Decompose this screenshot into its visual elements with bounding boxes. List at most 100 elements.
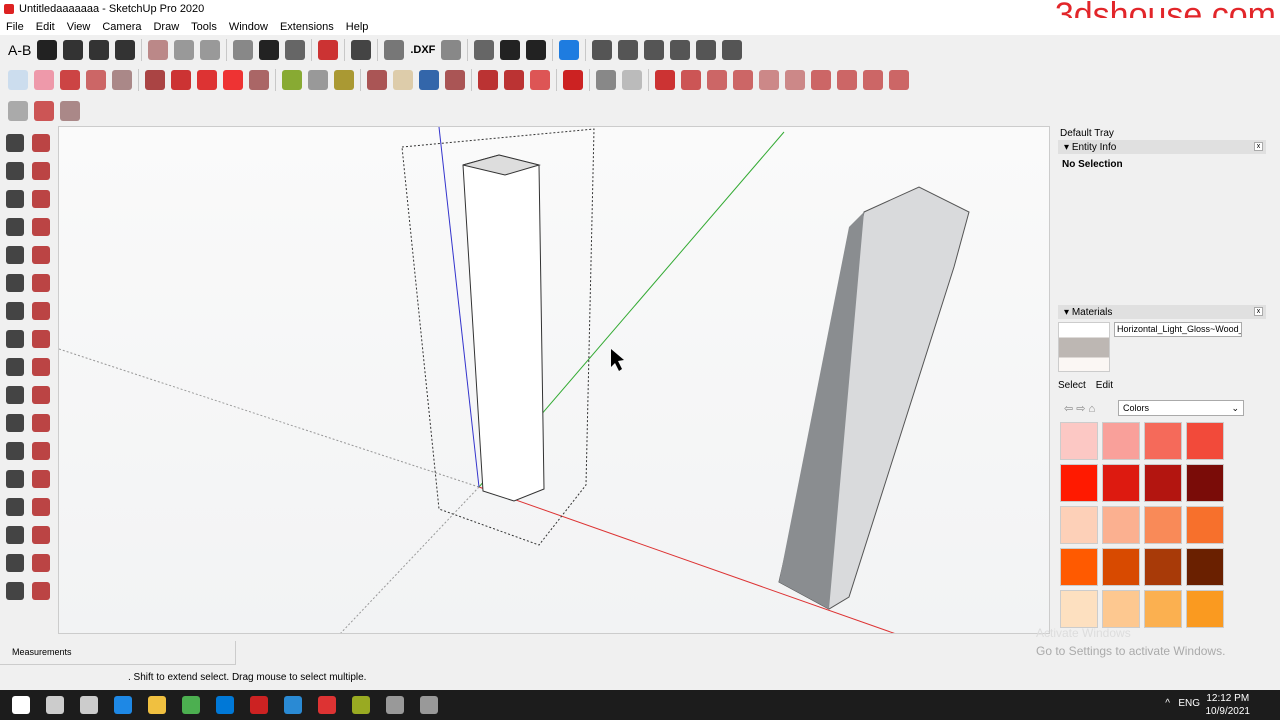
material-name-field[interactable]: Horizontal_Light_Gloss~Wood_4: [1114, 322, 1242, 337]
gear-icon[interactable]: [259, 40, 280, 60]
zoom-tool-icon[interactable]: [6, 526, 24, 544]
rotate-tool-icon[interactable]: [6, 358, 24, 376]
menu-file[interactable]: File: [6, 21, 24, 33]
arc3-icon[interactable]: [837, 70, 857, 90]
orbit-icon[interactable]: [367, 70, 387, 90]
app-layout-icon[interactable]: [420, 696, 438, 714]
close-icon[interactable]: x: [1254, 142, 1263, 151]
sketchup-icon[interactable]: [318, 696, 336, 714]
arc3-tool-icon[interactable]: [32, 302, 50, 320]
tab-select[interactable]: Select: [1058, 380, 1086, 391]
select-icon[interactable]: [8, 70, 28, 90]
dimension-tool-icon[interactable]: [6, 442, 24, 460]
follow-me-icon[interactable]: [171, 70, 191, 90]
color-swatch[interactable]: [1060, 464, 1098, 502]
menu-view[interactable]: View: [67, 21, 91, 33]
rect3-icon[interactable]: [733, 70, 753, 90]
warehouse-icon[interactable]: [559, 40, 580, 60]
line-icon[interactable]: [655, 70, 675, 90]
ruby1-icon[interactable]: [478, 70, 498, 90]
arc4-icon[interactable]: [863, 70, 883, 90]
pie-tool-icon[interactable]: [6, 302, 24, 320]
eraser-icon[interactable]: [34, 70, 54, 90]
color-swatch[interactable]: [1060, 590, 1098, 628]
comp2-icon[interactable]: [618, 40, 639, 60]
layout-icon[interactable]: [233, 40, 254, 60]
winrar-icon[interactable]: [352, 696, 370, 714]
clock[interactable]: 12:12 PM 10/9/2021: [1206, 692, 1251, 718]
rect-tool-icon[interactable]: [6, 218, 24, 236]
menu-tools[interactable]: Tools: [191, 21, 217, 33]
pan-tool-icon[interactable]: [32, 498, 50, 516]
push-pull-tool-icon[interactable]: [32, 330, 50, 348]
store-icon[interactable]: [216, 696, 234, 714]
materials-header[interactable]: ▾ Materials x: [1058, 305, 1266, 319]
follow-me-tool-icon[interactable]: [32, 358, 50, 376]
offset-tool-icon[interactable]: [32, 386, 50, 404]
table-icon[interactable]: [285, 40, 306, 60]
paint-tool-icon[interactable]: [6, 162, 24, 180]
tab-edit[interactable]: Edit: [1096, 380, 1113, 391]
select-icon[interactable]: [63, 40, 84, 60]
polygon-tool-icon[interactable]: [32, 246, 50, 264]
color-swatch[interactable]: [1102, 548, 1140, 586]
axes-icon[interactable]: [318, 40, 339, 60]
component-tool-icon[interactable]: [32, 134, 50, 152]
pencil-icon[interactable]: [60, 70, 80, 90]
tape-tool-icon[interactable]: [6, 414, 24, 432]
windows-start-icon[interactable]: [12, 696, 30, 714]
library-select[interactable]: Colors ⌄: [1118, 400, 1244, 416]
ab-label[interactable]: A-B: [8, 42, 31, 58]
close-icon[interactable]: x: [1254, 307, 1263, 316]
comp4-icon[interactable]: [670, 40, 691, 60]
rect-icon[interactable]: [351, 40, 372, 60]
walk-tool-icon[interactable]: [6, 582, 24, 600]
color-swatch[interactable]: [1144, 590, 1182, 628]
zoom-window-tool-icon[interactable]: [32, 526, 50, 544]
align-icon[interactable]: [174, 40, 195, 60]
menu-edit[interactable]: Edit: [36, 21, 55, 33]
tape-icon[interactable]: [282, 70, 302, 90]
entity-info-header[interactable]: ▾ Entity Info x: [1058, 140, 1266, 154]
arc5-icon[interactable]: [889, 70, 909, 90]
circle-tool-icon[interactable]: [6, 246, 24, 264]
color-swatch[interactable]: [1186, 548, 1224, 586]
circle-icon[interactable]: [759, 70, 779, 90]
color-swatch[interactable]: [1144, 506, 1182, 544]
protractor-tool-icon[interactable]: [32, 414, 50, 432]
dxf-export-button[interactable]: .DXF: [410, 44, 435, 56]
app-blue-icon[interactable]: [284, 696, 302, 714]
explorer-icon[interactable]: [148, 696, 166, 714]
arc2-tool-icon[interactable]: [32, 274, 50, 292]
scale-tool-icon[interactable]: [6, 386, 24, 404]
rotate-icon[interactable]: [223, 70, 243, 90]
menu-draw[interactable]: Draw: [153, 21, 179, 33]
arc-tool-icon[interactable]: [6, 274, 24, 292]
color-swatch[interactable]: [1102, 590, 1140, 628]
color-swatch[interactable]: [1144, 464, 1182, 502]
color-swatch[interactable]: [1144, 548, 1182, 586]
color-swatch[interactable]: [1186, 464, 1224, 502]
line-tool-icon[interactable]: [6, 190, 24, 208]
orbit-tool-icon[interactable]: [6, 498, 24, 516]
menu-extensions[interactable]: Extensions: [280, 21, 334, 33]
zoom-prev-tool-icon[interactable]: [32, 554, 50, 572]
house-icon[interactable]: [622, 70, 642, 90]
comp1-icon[interactable]: [592, 40, 613, 60]
zoom-extents-tool-icon[interactable]: [6, 554, 24, 572]
ruby3-icon[interactable]: [530, 70, 550, 90]
color-swatch[interactable]: [1060, 548, 1098, 586]
ruby2-icon[interactable]: [504, 70, 524, 90]
pan-icon[interactable]: [393, 70, 413, 90]
edge-icon[interactable]: [114, 696, 132, 714]
freehand-icon[interactable]: [681, 70, 701, 90]
arrow-right-icon[interactable]: [500, 40, 521, 60]
color-swatch[interactable]: [1060, 422, 1098, 460]
text-icon[interactable]: [308, 70, 328, 90]
eraser-tool-icon[interactable]: [32, 162, 50, 180]
menu-camera[interactable]: Camera: [102, 21, 141, 33]
arc-icon[interactable]: [86, 70, 106, 90]
comp3-icon[interactable]: [644, 40, 665, 60]
color-swatch[interactable]: [1102, 422, 1140, 460]
look-tool-icon[interactable]: [32, 582, 50, 600]
